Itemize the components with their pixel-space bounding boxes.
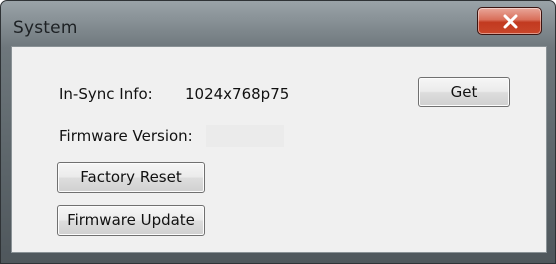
firmware-version-label: Firmware Version: — [59, 127, 193, 145]
factory-reset-button[interactable]: Factory Reset — [57, 162, 205, 193]
in-sync-info-label: In-Sync Info: — [59, 85, 153, 103]
system-dialog-window: System In-Sync Info: 1024x768p75 Get Fir… — [0, 0, 556, 264]
close-button[interactable] — [477, 7, 542, 35]
firmware-update-button[interactable]: Firmware Update — [57, 205, 205, 236]
dialog-content: In-Sync Info: 1024x768p75 Get Firmware V… — [11, 46, 547, 253]
firmware-version-value — [206, 125, 284, 147]
title-bar[interactable]: System — [1, 1, 555, 45]
in-sync-info-value: 1024x768p75 — [185, 85, 290, 103]
get-button[interactable]: Get — [418, 77, 510, 107]
close-icon — [503, 14, 518, 29]
window-title: System — [13, 18, 78, 38]
